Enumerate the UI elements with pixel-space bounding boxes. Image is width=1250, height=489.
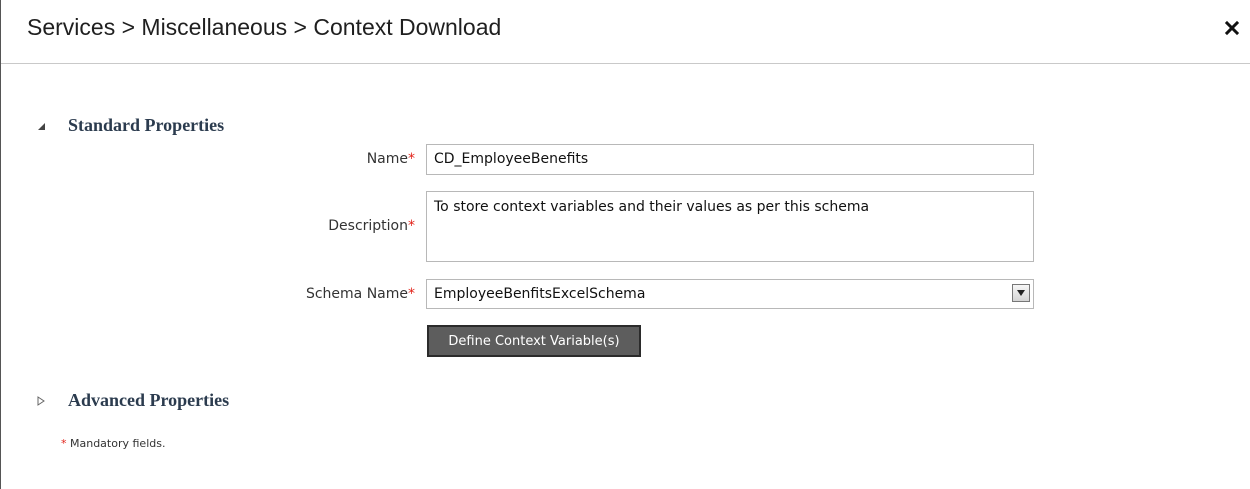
mandatory-note-text: Mandatory fields. bbox=[70, 437, 166, 450]
required-marker: * bbox=[408, 286, 415, 302]
schema-name-label-text: Schema Name bbox=[305, 286, 408, 302]
dialog-window: Services > Miscellaneous > Context Downl… bbox=[0, 0, 1250, 489]
collapse-triangle-icon bbox=[38, 122, 45, 130]
section-title-advanced: Advanced Properties bbox=[68, 390, 230, 410]
breadcrumb: Services > Miscellaneous > Context Downl… bbox=[27, 14, 502, 40]
chevron-down-icon[interactable] bbox=[1012, 284, 1030, 302]
schema-name-label: Schema Name* bbox=[306, 286, 415, 302]
description-field[interactable]: To store context variables and their val… bbox=[426, 191, 1034, 262]
close-icon[interactable] bbox=[1221, 17, 1243, 39]
required-marker: * bbox=[61, 437, 67, 450]
dialog-header: Services > Miscellaneous > Context Downl… bbox=[1, 0, 1250, 64]
description-label: Description* bbox=[328, 218, 415, 234]
name-field[interactable]: CD_EmployeeBenefits bbox=[426, 144, 1034, 175]
required-marker: * bbox=[408, 151, 415, 167]
define-context-variables-button[interactable]: Define Context Variable(s) bbox=[427, 325, 641, 357]
name-label: Name* bbox=[367, 151, 415, 167]
name-label-text: Name bbox=[366, 151, 408, 167]
description-label-text: Description bbox=[328, 218, 408, 234]
advanced-properties-header[interactable]: Advanced Properties bbox=[35, 390, 229, 411]
required-marker: * bbox=[408, 218, 415, 234]
schema-name-select[interactable]: EmployeeBenfitsExcelSchema bbox=[426, 279, 1034, 309]
section-title-standard: Standard Properties bbox=[68, 115, 225, 135]
schema-name-value: EmployeeBenfitsExcelSchema bbox=[434, 286, 646, 302]
standard-properties-header[interactable]: Standard Properties bbox=[35, 115, 224, 136]
expand-triangle-icon bbox=[37, 395, 45, 406]
mandatory-note: * Mandatory fields. bbox=[61, 437, 165, 450]
